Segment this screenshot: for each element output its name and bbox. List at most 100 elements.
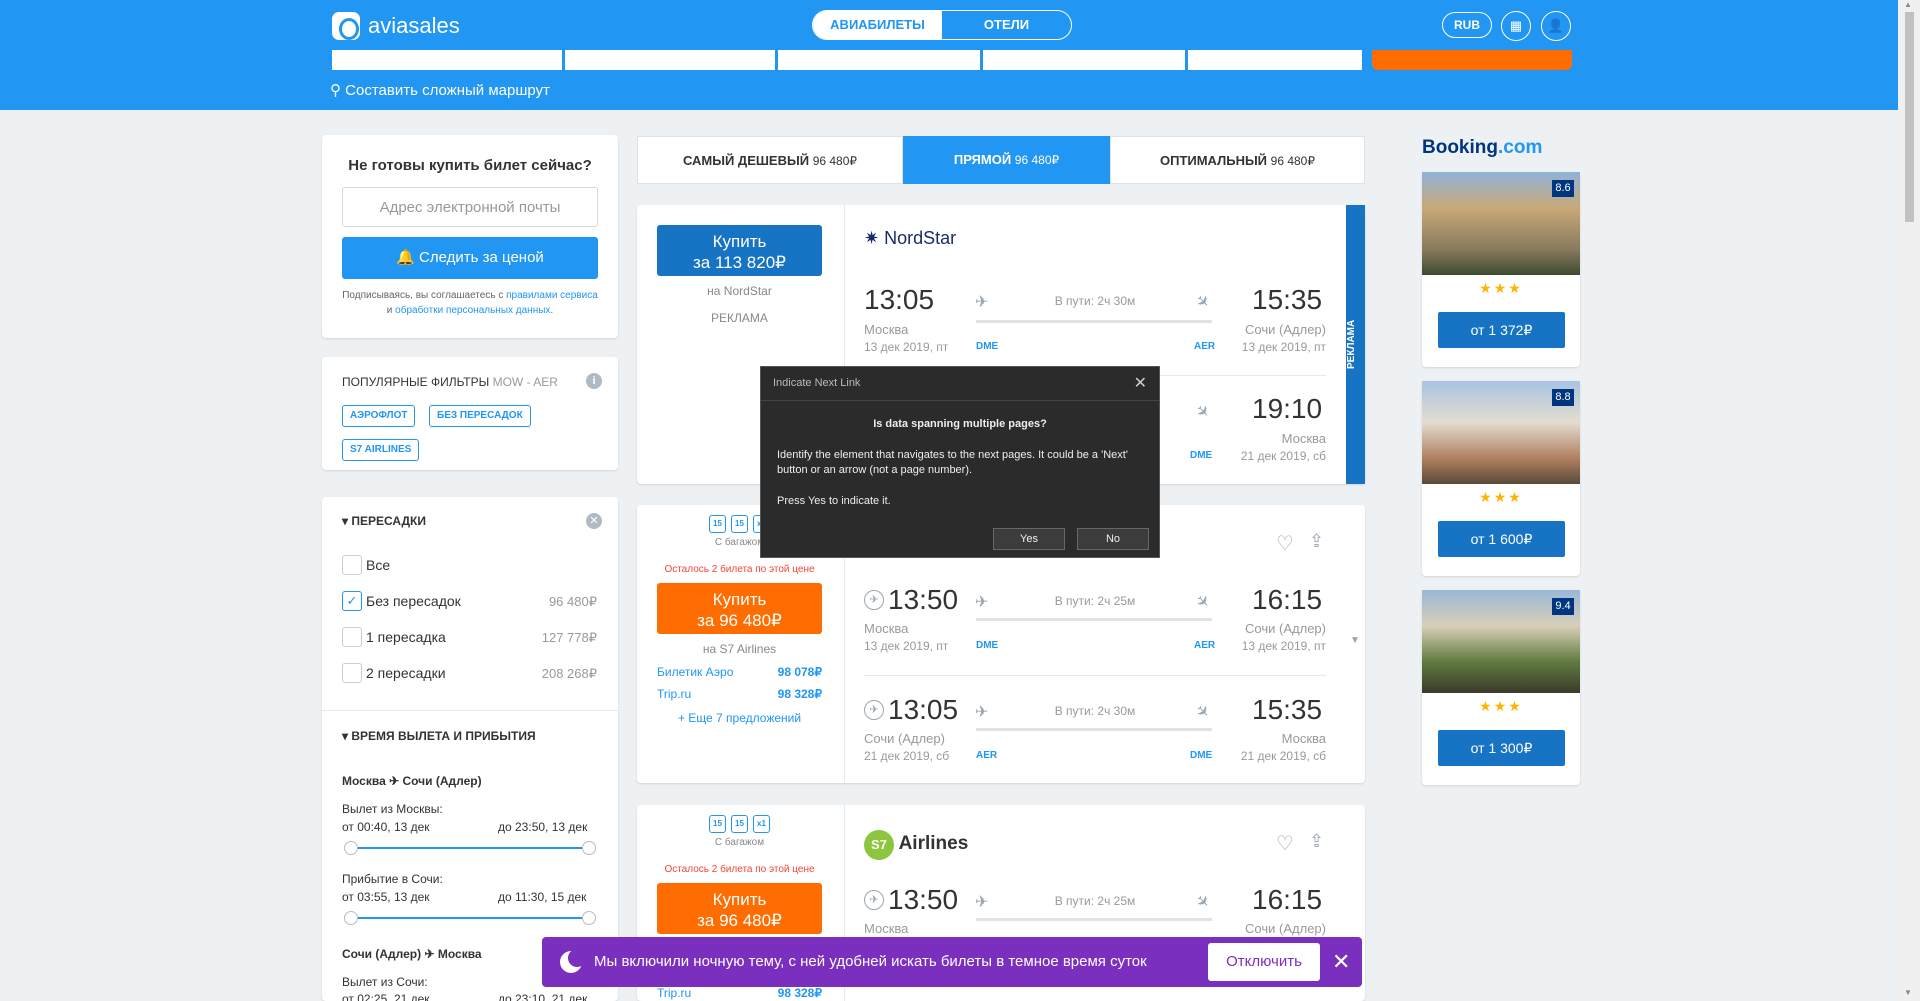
- favorite-heart-icon[interactable]: ♡: [1276, 531, 1294, 556]
- hotel-stars: ★★★: [1479, 698, 1523, 714]
- time-filter-title[interactable]: ▾ ВРЕМЯ ВЫЛЕТА И ПРИБЫТИЯ: [342, 729, 536, 743]
- stops-filter-title[interactable]: ▾ ПЕРЕСАДКИ: [342, 514, 426, 528]
- disable-night-theme-button[interactable]: Отключить: [1208, 943, 1320, 981]
- arr-label: Прибытие в Сочи:: [342, 872, 443, 886]
- stops-all-label: Все: [366, 557, 391, 573]
- nordstar-logo-icon: ✷: [864, 228, 880, 248]
- depart-date-field[interactable]: [778, 50, 980, 70]
- sort-optimal-price: 96 480₽: [1270, 154, 1315, 168]
- info-icon[interactable]: i: [586, 373, 602, 389]
- passengers-field[interactable]: [1188, 50, 1362, 70]
- t3-dep-city: Москва: [864, 921, 909, 936]
- dep2-to: до 23:10, 21 дек: [498, 992, 588, 1001]
- route2-heading: Сочи (Адлер) ✈ Москва: [342, 947, 482, 961]
- sort-tab-optimal[interactable]: ОПТИМАЛЬНЫЙ 96 480₽: [1110, 136, 1365, 184]
- chip-nonstop[interactable]: БЕЗ ПЕРЕСАДОК: [429, 405, 531, 427]
- dep-label: Вылет из Москвы:: [342, 802, 443, 816]
- dialog-no-button[interactable]: No: [1077, 528, 1149, 550]
- subscribe-legal: Подписываясь, вы соглашаетесь с правилам…: [342, 288, 598, 318]
- buy-label: Купить: [712, 232, 767, 251]
- offer-price[interactable]: 98 078₽: [742, 665, 822, 679]
- hotel-price-button[interactable]: от 1 300₽: [1438, 730, 1565, 766]
- t2-ret-arr-city: Москва: [1281, 731, 1326, 746]
- logo-text[interactable]: aviasales: [368, 13, 460, 39]
- t2-ret-dep-city: Сочи (Адлер): [864, 731, 945, 746]
- apps-grid-icon[interactable]: ▦: [1501, 11, 1531, 41]
- share-icon[interactable]: ⇪: [1309, 531, 1324, 552]
- offer-price[interactable]: 98 328₽: [742, 687, 822, 701]
- more-offers-link[interactable]: + Еще 7 предложений: [657, 711, 822, 725]
- dialog-yes-button[interactable]: Yes: [993, 528, 1065, 550]
- buy-button-s7-2[interactable]: Купить за 96 480₽: [657, 883, 822, 934]
- complex-route-link[interactable]: ⚲ Составить сложный маршрут: [330, 81, 550, 99]
- offer-price[interactable]: 98 328₽: [742, 986, 822, 1000]
- offer-agent-link[interactable]: Билетик Аэро: [657, 665, 733, 679]
- route2-to: Москва: [437, 947, 482, 961]
- hotel-price-button[interactable]: от 1 600₽: [1438, 521, 1565, 557]
- dialog-divider: [761, 400, 1159, 401]
- scroll-up-arrow-icon[interactable]: ▲: [1904, 0, 1912, 9]
- stops-all-checkbox[interactable]: [342, 555, 362, 575]
- buy-label: Купить: [712, 590, 767, 609]
- stops-two-checkbox[interactable]: [342, 663, 362, 683]
- popular-filters-title: ПОПУЛЯРНЫЕ ФИЛЬТРЫ MOW - AER: [342, 375, 558, 389]
- reset-filter-icon[interactable]: ✕: [586, 513, 602, 529]
- t2-ret-arr-code: DME: [1190, 750, 1213, 761]
- offer-agent-link[interactable]: Trip.ru: [657, 986, 691, 1000]
- expand-chevron-icon[interactable]: ▼: [1350, 635, 1360, 646]
- hotel-card[interactable]: 8.8 ★★★ от 1 600₽: [1422, 381, 1580, 576]
- hotel-stars: ★★★: [1479, 489, 1523, 505]
- stops-one-checkbox[interactable]: [342, 627, 362, 647]
- email-input[interactable]: [342, 187, 598, 227]
- hotel-card[interactable]: 8.6 ★★★ от 1 372₽: [1422, 172, 1580, 367]
- search-button[interactable]: [1372, 50, 1572, 70]
- hotel-card[interactable]: 9.4 ★★★ от 1 300₽: [1422, 590, 1580, 785]
- destination-field[interactable]: [565, 50, 775, 70]
- moon-icon: [560, 949, 586, 973]
- dep-slider-min-handle[interactable]: [344, 841, 358, 855]
- aviasales-logo-icon[interactable]: [332, 12, 360, 40]
- buy-price: за 113 820₽: [693, 253, 786, 272]
- banner-close-icon[interactable]: ✕: [1332, 949, 1350, 975]
- hotel-price-button[interactable]: от 1 372₽: [1438, 312, 1565, 348]
- tab-flights[interactable]: АВИАБИЛЕТЫ: [813, 11, 942, 39]
- scrollbar-thumb[interactable]: [1905, 12, 1914, 222]
- chip-s7[interactable]: S7 AIRLINES: [342, 439, 420, 461]
- t1-arr-time: 15:35: [1252, 284, 1323, 315]
- arr-slider-max-handle[interactable]: [582, 911, 596, 925]
- buy-label: Купить: [712, 890, 767, 909]
- t1-duration: В пути: 2ч 30м: [1054, 294, 1136, 308]
- arr-slider-min-handle[interactable]: [344, 911, 358, 925]
- t2-dep-date: 13 дек 2019, пт: [864, 639, 949, 653]
- time-filter-label: ВРЕМЯ ВЫЛЕТА И ПРИБЫТИЯ: [351, 729, 536, 743]
- carry-on-bag-icon: 15: [709, 815, 726, 833]
- privacy-link[interactable]: обработки персональных данных: [395, 305, 550, 316]
- dialog-close-icon[interactable]: ✕: [1134, 373, 1147, 393]
- s7-airlines-logo: S7 Airlines: [864, 830, 968, 860]
- share-icon[interactable]: ⇪: [1309, 831, 1324, 852]
- rules-link[interactable]: правилами сервиса: [506, 290, 598, 301]
- return-date-field[interactable]: [983, 50, 1185, 70]
- booking-logo[interactable]: Booking.com: [1422, 137, 1542, 159]
- sort-tab-cheapest[interactable]: САМЫЙ ДЕШЕВЫЙ 96 480₽: [637, 136, 903, 184]
- product-tabs: АВИАБИЛЕТЫ ОТЕЛИ: [812, 10, 1072, 40]
- chip-aeroflot[interactable]: АЭРОФЛОТ: [342, 405, 416, 427]
- tab-hotels[interactable]: ОТЕЛИ: [942, 11, 1071, 39]
- offer-agent-link[interactable]: Trip.ru: [657, 687, 691, 701]
- currency-button[interactable]: RUB: [1442, 12, 1492, 38]
- user-icon[interactable]: 👤: [1541, 11, 1571, 41]
- buy-button-s7[interactable]: Купить за 96 480₽: [657, 583, 822, 634]
- t2-agent: на S7 Airlines: [702, 642, 777, 656]
- t1-arr-city: Сочи (Адлер): [1245, 322, 1326, 337]
- buy-button-nordstar[interactable]: Купить за 113 820₽: [657, 225, 822, 276]
- track-price-button[interactable]: 🔔 Следить за ценой: [342, 237, 598, 279]
- stops-none-checkbox[interactable]: ✓: [342, 591, 362, 611]
- hotel-score: 8.8: [1552, 389, 1574, 406]
- dialog-body: Identify the element that navigates to t…: [777, 449, 1128, 476]
- sort-tab-direct[interactable]: ПРЯМОЙ 96 480₽: [903, 136, 1110, 184]
- favorite-heart-icon[interactable]: ♡: [1276, 831, 1294, 856]
- dep-slider-max-handle[interactable]: [582, 841, 596, 855]
- night-theme-banner: Мы включили ночную тему, с ней удобней и…: [542, 937, 1362, 987]
- scroll-down-arrow-icon[interactable]: ▼: [1904, 988, 1912, 997]
- origin-field[interactable]: [332, 50, 562, 70]
